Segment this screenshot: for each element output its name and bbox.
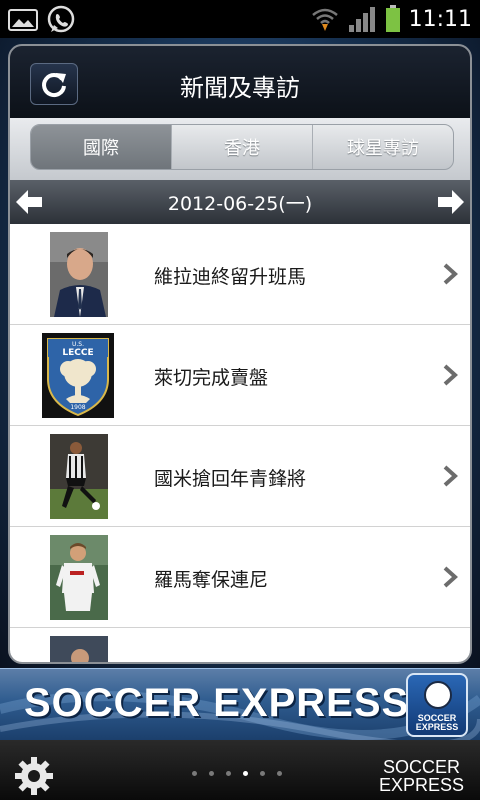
article-thumbnail [50, 535, 108, 620]
ad-banner[interactable]: SOCCER EXPRESS SOCCER EXPRESS [0, 668, 480, 740]
article-thumbnail [50, 434, 108, 519]
status-bar: 11:11 [0, 0, 480, 38]
list-item[interactable]: 羅馬奪保連尼 [10, 527, 470, 628]
chevron-right-icon [443, 364, 458, 386]
chevron-right-icon [443, 566, 458, 588]
article-title: 維拉迪終留升班馬 [154, 266, 307, 288]
list-item[interactable]: 國米搶回年青鋒將 [10, 426, 470, 527]
date-label: 2012-06-25(一) [167, 192, 313, 215]
page-indicator [192, 771, 282, 776]
list-item[interactable]: 維拉迪終留升班馬 [10, 224, 470, 325]
svg-text:LECCE: LECCE [62, 348, 93, 358]
article-title: 萊切完成賣盤 [154, 367, 269, 389]
page-dot [226, 771, 231, 776]
wifi-icon [311, 8, 338, 31]
banner-logo: SOCCER EXPRESS [406, 673, 468, 737]
chevron-right-icon [443, 465, 458, 487]
soccer-ball-icon [424, 681, 452, 709]
status-time: 11:11 [408, 6, 472, 32]
news-card: 新聞及專訪 國際 香港 球星專訪 2012-06-25(一) 維拉迪終留升班馬 … [8, 44, 472, 664]
next-date-arrow-icon[interactable] [436, 188, 466, 216]
banner-logo-text: SOCCER EXPRESS [415, 713, 459, 732]
page-title: 新聞及專訪 [180, 74, 300, 102]
brand-line-1: SOCCER [382, 757, 460, 777]
brand-logo: SOCCER EXPRESS [379, 758, 464, 794]
gallery-icon [8, 9, 38, 31]
page-dot [260, 771, 265, 776]
tab-international[interactable]: 國際 [31, 125, 172, 169]
brand-line-2: EXPRESS [378, 775, 464, 795]
page-dot [192, 771, 197, 776]
tab-bar: 國際 香港 球星專訪 [10, 118, 470, 180]
article-thumbnail [50, 636, 108, 662]
article-list: 維拉迪終留升班馬 U.S. LECCE 1908 萊切完成賣盤 國米搶回年青鋒將… [10, 224, 470, 662]
article-thumbnail: U.S. LECCE 1908 [42, 333, 114, 418]
gear-icon[interactable] [14, 756, 54, 796]
list-item[interactable] [10, 628, 470, 662]
svg-text:U.S.: U.S. [72, 341, 84, 348]
tab-star-interviews[interactable]: 球星專訪 [313, 125, 453, 169]
page-dot [277, 771, 282, 776]
banner-title: SOCCER EXPRESS [24, 681, 410, 725]
bottom-bar: SOCCER EXPRESS [0, 740, 480, 800]
page-dot [209, 771, 214, 776]
date-bar: 2012-06-25(一) [10, 180, 470, 224]
article-title: 國米搶回年青鋒將 [154, 468, 307, 490]
tab-hong-kong[interactable]: 香港 [172, 125, 313, 169]
whatsapp-icon [47, 5, 75, 33]
chevron-right-icon [443, 263, 458, 285]
article-thumbnail [50, 232, 108, 317]
signal-icon [348, 7, 375, 32]
battery-icon [385, 5, 400, 32]
header: 新聞及專訪 [10, 46, 470, 118]
previous-date-arrow-icon[interactable] [14, 188, 44, 216]
list-item[interactable]: U.S. LECCE 1908 萊切完成賣盤 [10, 325, 470, 426]
article-title: 羅馬奪保連尼 [154, 569, 269, 591]
page-dot-active [243, 771, 248, 776]
svg-text:1908: 1908 [70, 404, 85, 411]
